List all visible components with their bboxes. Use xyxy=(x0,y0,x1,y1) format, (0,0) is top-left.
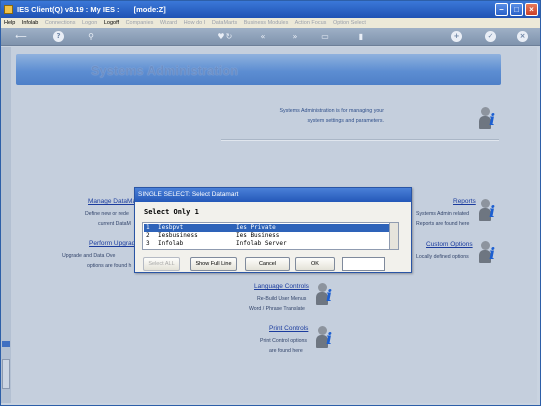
left-side-panel xyxy=(1,47,11,403)
datamart-list[interactable]: 1 Iesbpvt Ies Private 2 Iesbusiness Ies … xyxy=(142,222,390,250)
title-bar[interactable]: IES Client(Q) v8.19 : My IES : [mode:Z] … xyxy=(1,1,540,18)
menu-datamarts[interactable]: DataMarts xyxy=(212,20,237,26)
manage-datamarts-desc-1: Define new or rede xyxy=(85,211,129,217)
select-datamart-dialog: SINGLE SELECT: Select Datamart Select On… xyxy=(134,187,412,273)
print-controls-desc-1: Print Control options xyxy=(260,338,307,344)
language-controls-user-icon: i xyxy=(316,283,334,307)
menu-logon[interactable]: Logon xyxy=(82,20,97,26)
list-item[interactable]: 1 Iesbpvt Ies Private xyxy=(144,224,389,232)
menu-action-focus[interactable]: Action Focus xyxy=(295,20,327,26)
perform-upgrades-desc-2: options are found h xyxy=(87,263,132,269)
ok-button[interactable]: OK xyxy=(295,257,335,271)
back-arrow-icon[interactable]: ⟵ xyxy=(11,31,31,42)
menu-infolab[interactable]: Infolab xyxy=(22,20,39,26)
custom-options-link[interactable]: Custom Options xyxy=(426,241,473,248)
rewind-icon[interactable]: « xyxy=(257,31,269,42)
app-window: IES Client(Q) v8.19 : My IES : [mode:Z] … xyxy=(0,0,541,406)
add-icon[interactable]: + xyxy=(451,31,462,42)
menu-option-select[interactable]: Option Select xyxy=(333,20,366,26)
header-banner xyxy=(16,54,501,85)
language-controls-link[interactable]: Language Controls xyxy=(254,283,309,290)
reports-user-icon: i xyxy=(479,199,497,223)
cancel-button[interactable]: Cancel xyxy=(245,257,290,271)
manage-datamarts-link[interactable]: Manage DataMa xyxy=(88,198,136,205)
list-item[interactable]: 3 Infolab Infolab Server xyxy=(144,240,389,248)
toolbar: ⟵ ? ⚲ ♥ ↻ « » ▭ ▮ + ✓ × xyxy=(1,28,540,46)
manage-datamarts-desc-2: current DataM xyxy=(98,221,131,227)
intro-line-1: Systems Administration is for managing y… xyxy=(279,108,384,114)
app-icon xyxy=(4,5,13,14)
side-tab[interactable] xyxy=(2,359,10,389)
reports-desc-1: Systems Admin related xyxy=(416,211,470,217)
select-all-button[interactable]: Select ALL xyxy=(143,257,180,271)
menu-wizard[interactable]: Wizard xyxy=(160,20,177,26)
search-icon[interactable]: ⚲ xyxy=(85,31,97,42)
print-controls-user-icon: i xyxy=(316,326,334,350)
custom-options-desc: Locally defined options xyxy=(416,254,469,260)
language-controls-desc-1: Re-Build User Menus xyxy=(257,296,307,302)
check-icon[interactable]: ✓ xyxy=(485,31,496,42)
reports-desc-2: Reports are found here xyxy=(416,221,470,227)
reports-link[interactable]: Reports xyxy=(453,198,476,205)
admin-user-icon: i xyxy=(479,107,497,131)
minimize-button[interactable]: – xyxy=(495,3,508,16)
language-controls-desc-2: Word / Phrase Translate xyxy=(249,306,305,312)
list-scrollbar[interactable] xyxy=(390,222,399,250)
dialog-input[interactable] xyxy=(342,257,385,271)
mode-label: [mode:Z] xyxy=(133,5,166,14)
maximize-button[interactable]: □ xyxy=(510,3,523,16)
print-icon[interactable]: ▭ xyxy=(319,31,331,42)
forward-icon[interactable]: » xyxy=(289,31,301,42)
menu-connections[interactable]: Connections xyxy=(45,20,76,26)
print-controls-link[interactable]: Print Controls xyxy=(269,325,308,332)
divider xyxy=(221,139,499,141)
side-marker xyxy=(2,341,10,347)
bookmark-icon[interactable]: ▮ xyxy=(355,31,367,42)
custom-options-user-icon: i xyxy=(479,241,497,265)
show-full-line-button[interactable]: Show Full Line xyxy=(190,257,237,271)
menu-logoff[interactable]: Logoff xyxy=(104,20,119,26)
close-window-button[interactable]: × xyxy=(525,3,538,16)
perform-upgrades-link[interactable]: Perform Upgrad xyxy=(89,240,135,247)
list-item[interactable]: 2 Iesbusiness Ies Business xyxy=(144,232,389,240)
dialog-subtitle: Select Only 1 xyxy=(144,208,199,216)
dialog-title[interactable]: SINGLE SELECT: Select Datamart xyxy=(135,188,411,202)
app-title: IES Client(Q) v8.19 : My IES : xyxy=(17,5,120,14)
close-icon[interactable]: × xyxy=(517,31,528,42)
menu-bar: Help Infolab Connections Logon Logoff Co… xyxy=(1,18,540,28)
print-controls-desc-2: are found here xyxy=(269,348,303,354)
page-title: Systems Administration xyxy=(91,64,239,78)
intro-line-2: system settings and parameters. xyxy=(307,118,384,124)
help-icon[interactable]: ? xyxy=(53,31,64,42)
menu-how-do-i[interactable]: How do I xyxy=(184,20,206,26)
menu-business-modules[interactable]: Business Modules xyxy=(244,20,289,26)
perform-upgrades-desc-1: Upgrade and Data Ove xyxy=(62,253,116,259)
menu-companies[interactable]: Companies xyxy=(126,20,154,26)
refresh-icon[interactable]: ↻ xyxy=(223,31,235,42)
menu-help[interactable]: Help xyxy=(4,20,15,26)
